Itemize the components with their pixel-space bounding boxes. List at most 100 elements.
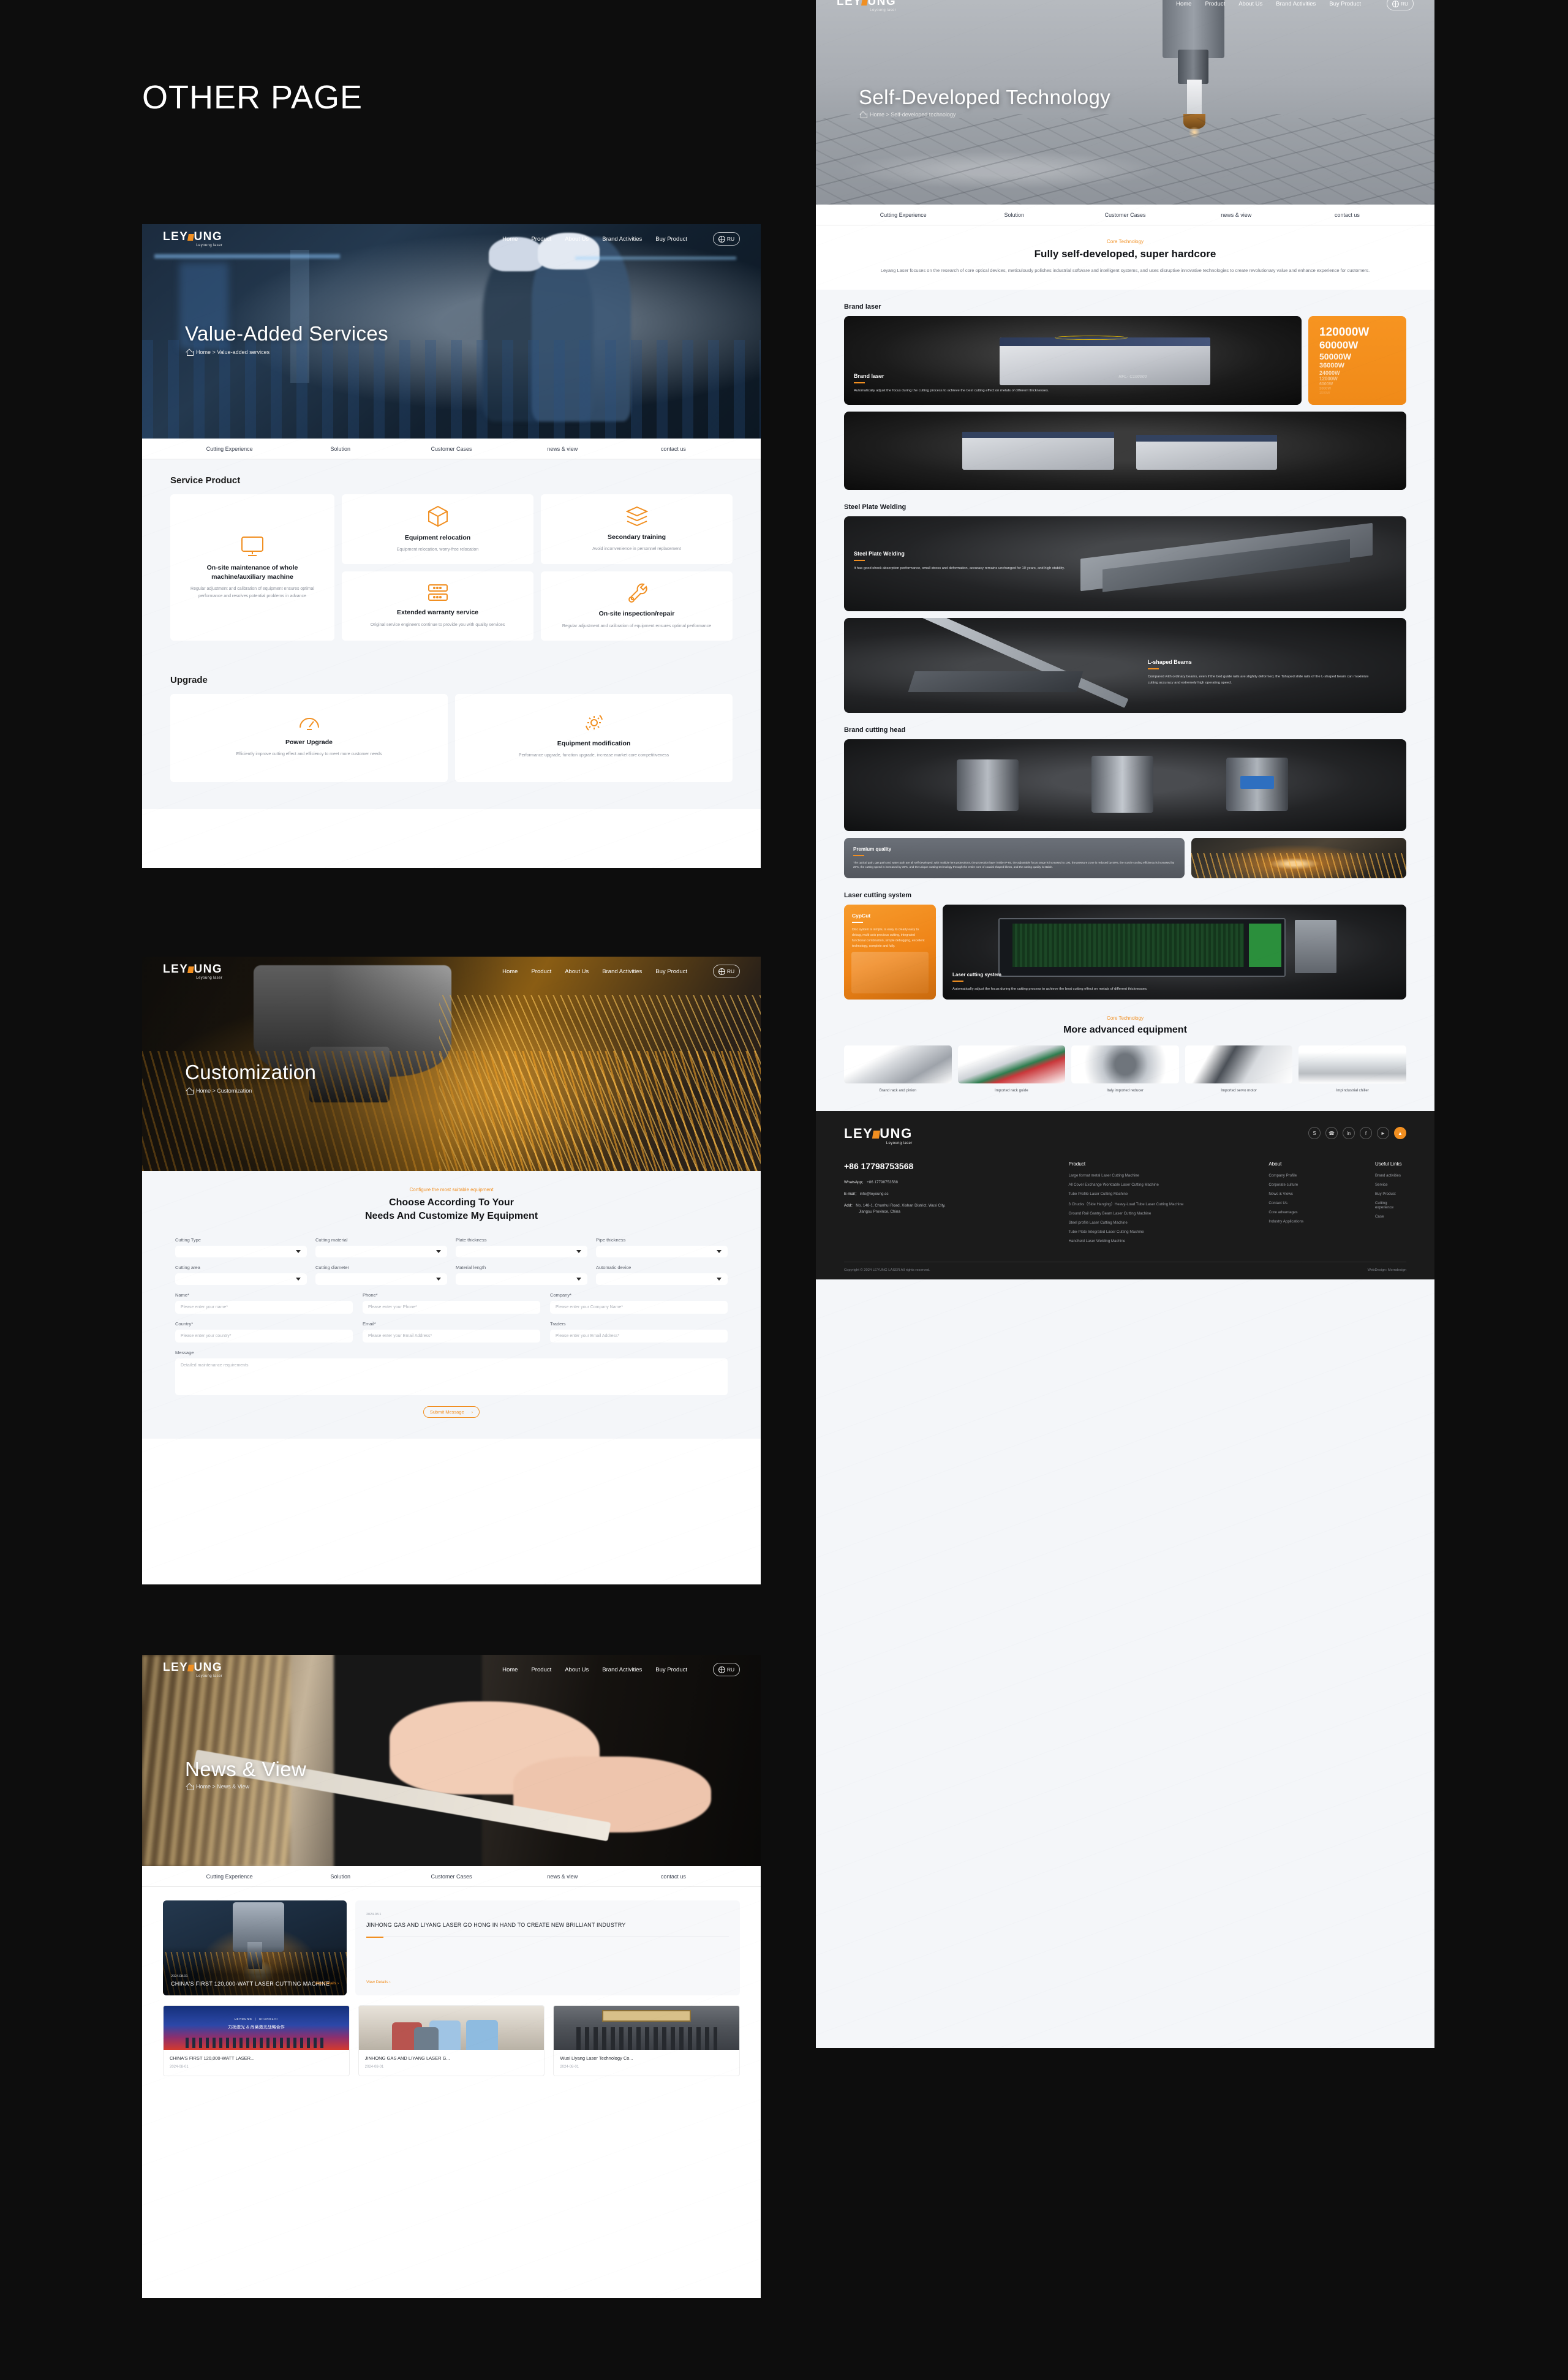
company-input[interactable]: Please enter your Company Name* (550, 1300, 728, 1314)
facebook-icon[interactable]: f (1360, 1127, 1372, 1140)
subnav-news-view[interactable]: news & view (1181, 212, 1292, 218)
nav-link-product[interactable]: Product (1205, 1, 1225, 7)
news-card[interactable]: Wuxi Liyang Laser Technology Co... 2024-… (553, 2005, 740, 2076)
equipment-card[interactable]: Brand rack and pinion (844, 1045, 952, 1093)
subnav-cutting-experience[interactable]: Cutting Experience (174, 1873, 285, 1880)
nav-link-buy-product[interactable]: Buy Product (655, 1666, 687, 1673)
side-news-card[interactable]: 2024.08.1 JINHONG GAS AND LIYANG LASER G… (355, 1900, 740, 1995)
subnav-cutting-experience[interactable]: Cutting Experience (848, 212, 959, 218)
message-textarea[interactable]: Detailed maintenance requirements (175, 1358, 728, 1395)
equipment-card[interactable]: Imported servo motor (1185, 1045, 1293, 1093)
news-card[interactable]: JINHONG GAS AND LIYANG LASER G... 2024-0… (358, 2005, 545, 2076)
footer-link[interactable]: Industry Applications (1268, 1219, 1351, 1224)
side-view-details-link[interactable]: View Details › (366, 1980, 391, 1984)
brand-logo[interactable]: LEY UNG Leyoung laser (837, 0, 896, 12)
cutting-system-image-card[interactable]: Laser cutting system Automatically adjus… (943, 905, 1406, 1000)
subnav-solution[interactable]: Solution (285, 1873, 396, 1880)
service-card-onsite-inspection[interactable]: On-site inspection/repair Regular adjust… (541, 571, 733, 641)
equipment-card[interactable]: ImpIndustrial chiller (1298, 1045, 1406, 1093)
nav-link-brand-activities[interactable]: Brand Activities (602, 1666, 642, 1673)
service-card-main[interactable]: On-site maintenance of whole machine/aux… (170, 494, 334, 641)
select-pipe-thickness[interactable] (596, 1245, 728, 1257)
footer-link[interactable]: Handheld Laser Welding Machine (1068, 1239, 1244, 1243)
youtube-icon[interactable]: ► (1377, 1127, 1389, 1140)
select-material-length[interactable] (456, 1273, 587, 1285)
select-cutting-diameter[interactable] (315, 1273, 447, 1285)
select-cutting-area[interactable] (175, 1273, 307, 1285)
premium-quality-card[interactable]: Premium quality The optical path, gas pa… (844, 837, 1185, 879)
footer-link[interactable]: Service (1375, 1183, 1406, 1187)
footer-link[interactable]: Buy Product (1375, 1192, 1406, 1196)
cutting-head-image[interactable] (844, 739, 1406, 831)
nav-link-product[interactable]: Product (531, 968, 551, 975)
language-switcher[interactable]: RU (713, 232, 740, 246)
equipment-card[interactable]: Italy imported reducer (1071, 1045, 1179, 1093)
footer-brand-logo[interactable]: LEY UNG Leyoung laser (844, 1127, 913, 1146)
nav-link-about-us[interactable]: About Us (565, 1666, 589, 1673)
subnav-solution[interactable]: Solution (285, 446, 396, 452)
nav-link-brand-activities[interactable]: Brand Activities (602, 236, 642, 243)
brand-laser-image-card[interactable]: RFL- C100000 Brand laser Automatically a… (844, 315, 1302, 405)
upgrade-card-power[interactable]: Power Upgrade Efficiently improve cuttin… (170, 693, 448, 783)
nav-link-brand-activities[interactable]: Brand Activities (1276, 1, 1316, 7)
brand-laser-wide-image[interactable] (844, 411, 1406, 490)
phone-input[interactable]: Please enter your Phone* (363, 1300, 540, 1314)
footer-link[interactable]: Ground Rail Gantry Beam Laser Cutting Ma… (1068, 1211, 1244, 1216)
skype-icon[interactable]: S (1308, 1127, 1321, 1140)
nav-link-buy-product[interactable]: Buy Product (655, 236, 687, 243)
footer-link[interactable]: Case (1375, 1214, 1406, 1219)
footer-link[interactable]: Core advantages (1268, 1210, 1351, 1214)
traders-input[interactable]: Please enter your Email Address* (550, 1329, 728, 1343)
subnav-customer-cases[interactable]: Customer Cases (396, 446, 507, 452)
nav-link-about-us[interactable]: About Us (1238, 1, 1262, 7)
brand-logo[interactable]: LEY UNG Leyoung laser (163, 963, 222, 980)
select-cutting-type[interactable] (175, 1245, 307, 1257)
footer-link[interactable]: All Cover Exchange Worktable Laser Cutti… (1068, 1183, 1244, 1187)
featured-view-details-link[interactable]: View Details › (314, 1981, 339, 1986)
service-card-equipment-relocation[interactable]: Equipment relocation Equipment relocatio… (342, 494, 533, 565)
language-switcher[interactable]: RU (713, 1663, 740, 1676)
footer-link[interactable]: Brand activities (1375, 1173, 1406, 1178)
subnav-contact-us[interactable]: contact us (618, 1873, 729, 1880)
footer-link[interactable]: Tube Profile Laser Cutting Machine (1068, 1192, 1244, 1196)
select-plate-thickness[interactable] (456, 1245, 587, 1257)
service-card-extended-warranty[interactable]: Extended warranty service Original servi… (342, 571, 533, 641)
language-switcher[interactable]: RU (1387, 0, 1414, 10)
nav-link-product[interactable]: Product (531, 236, 551, 243)
subnav-contact-us[interactable]: contact us (618, 446, 729, 452)
select-automatic-device[interactable] (596, 1273, 728, 1285)
linkedin-icon[interactable]: in (1343, 1127, 1355, 1140)
footer-link[interactable]: Steel profile Laser Cutting Machine (1068, 1221, 1244, 1225)
subnav-customer-cases[interactable]: Customer Cases (1069, 212, 1180, 218)
nav-link-about-us[interactable]: About Us (565, 968, 589, 975)
subnav-customer-cases[interactable]: Customer Cases (396, 1873, 507, 1880)
name-input[interactable]: Please enter your name* (175, 1300, 353, 1314)
footer-link[interactable]: Tube-Plate Integrated Laser Cutting Mach… (1068, 1230, 1244, 1234)
nav-link-home[interactable]: Home (502, 1666, 518, 1673)
nav-link-home[interactable]: Home (1176, 1, 1191, 7)
steel-plate-card[interactable]: Steel Plate Welding It has good shock ab… (844, 516, 1406, 611)
email-input[interactable]: Please enter your Email Address* (363, 1329, 540, 1343)
nav-link-buy-product[interactable]: Buy Product (655, 968, 687, 975)
subnav-contact-us[interactable]: contact us (1292, 212, 1403, 218)
nav-link-home[interactable]: Home (502, 968, 518, 975)
upgrade-card-equipment-modification[interactable]: Equipment modification Performance upgra… (455, 693, 733, 783)
footer-link[interactable]: News & Views (1268, 1192, 1351, 1196)
news-card[interactable]: LEYOUNG | SHANGLAI 力扬激光 & 尚莱激光战略合作 CHINA… (163, 2005, 350, 2076)
subnav-solution[interactable]: Solution (959, 212, 1069, 218)
equipment-card[interactable]: Imported rack guide (957, 1045, 1066, 1093)
country-input[interactable]: Please enter your country* (175, 1329, 353, 1343)
nav-link-home[interactable]: Home (502, 236, 518, 243)
nav-link-buy-product[interactable]: Buy Product (1329, 1, 1361, 7)
featured-news-card[interactable]: 2024.08.01 CHINA'S FIRST 120,000-WATT LA… (163, 1900, 347, 1995)
submit-message-button[interactable]: Submit Message › (423, 1406, 480, 1418)
language-switcher[interactable]: RU (713, 965, 740, 978)
nav-link-brand-activities[interactable]: Brand Activities (602, 968, 642, 975)
subnav-cutting-experience[interactable]: Cutting Experience (174, 446, 285, 452)
back-to-top-icon[interactable]: ▲ (1394, 1127, 1406, 1140)
select-cutting-material[interactable] (315, 1245, 447, 1257)
brand-logo[interactable]: LEY UNG Leyoung laser (163, 1662, 222, 1678)
footer-link[interactable]: Company Profile (1268, 1173, 1351, 1178)
footer-link[interactable]: Cutting experience (1375, 1201, 1406, 1210)
cypcut-card[interactable]: CypCut Disc system is simple, is easy to… (844, 905, 936, 1000)
